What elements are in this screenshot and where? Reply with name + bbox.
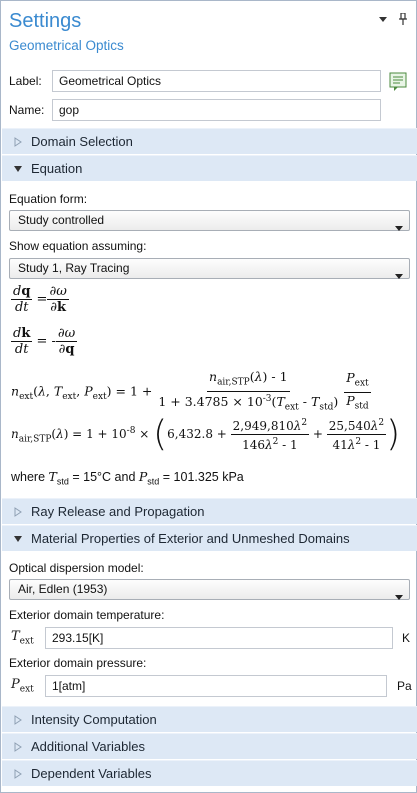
pin-dropdown-icon[interactable]	[378, 14, 388, 24]
name-field-label: Name:	[9, 103, 45, 117]
section-dependent-variables[interactable]: Dependent Variables	[2, 760, 417, 786]
temperature-label: Exterior domain temperature:	[9, 608, 165, 622]
section-material-properties[interactable]: Material Properties of Exterior and Unme…	[2, 525, 417, 551]
section-title: Additional Variables	[31, 739, 145, 754]
equation-n-ext: next(λ, Text, Pext) = 1 + nair,STP(λ) - …	[11, 369, 371, 413]
dispersion-model-label: Optical dispersion model:	[9, 561, 144, 575]
chevron-down-icon	[8, 165, 28, 173]
equation-dq-dt: dq dt = ∂ω ∂k	[11, 284, 69, 315]
pressure-symbol: Pext	[11, 677, 34, 695]
pressure-input[interactable]: 1[atm]	[45, 675, 387, 697]
equation-form-label: Equation form:	[9, 192, 88, 206]
pin-icon[interactable]	[398, 13, 408, 25]
pressure-label: Exterior domain pressure:	[9, 656, 147, 670]
section-title: Equation	[31, 161, 83, 176]
pressure-unit: Pa	[397, 679, 412, 693]
dropdown-caret-icon	[395, 218, 403, 237]
dropdown-caret-icon	[395, 266, 403, 285]
chevron-right-icon	[8, 506, 28, 517]
panel-header: Settings Geometrical Optics	[9, 7, 408, 63]
panel-title: Settings	[9, 10, 82, 32]
chevron-right-icon	[8, 136, 28, 147]
label-field-input[interactable]: Geometrical Optics	[52, 70, 381, 92]
dropdown-caret-icon	[395, 587, 403, 606]
chevron-right-icon	[8, 741, 28, 752]
equation-form-select[interactable]: Study controlled	[9, 210, 410, 231]
equation-form-value: Study controlled	[18, 213, 105, 227]
section-equation[interactable]: Equation	[2, 155, 417, 181]
section-title: Intensity Computation	[31, 712, 157, 727]
section-additional-variables[interactable]: Additional Variables	[2, 733, 417, 759]
section-ray-release[interactable]: Ray Release and Propagation	[2, 498, 417, 524]
temperature-unit: K	[402, 631, 411, 645]
settings-panel: Settings Geometrical Optics Label: Geome…	[0, 0, 417, 793]
section-title: Dependent Variables	[31, 766, 152, 781]
show-equation-select[interactable]: Study 1, Ray Tracing	[9, 258, 410, 279]
section-intensity-computation[interactable]: Intensity Computation	[2, 706, 417, 732]
section-title: Ray Release and Propagation	[31, 504, 205, 519]
equation-dk-dt: dk dt = - ∂ω ∂q	[11, 326, 78, 357]
show-equation-value: Study 1, Ray Tracing	[18, 261, 130, 275]
chevron-down-icon	[8, 535, 28, 543]
dispersion-model-value: Air, Edlen (1953)	[18, 582, 108, 596]
temperature-input[interactable]: 293.15[K]	[45, 627, 393, 649]
temperature-symbol: Text	[11, 629, 34, 647]
show-equation-label: Show equation assuming:	[9, 239, 147, 253]
dispersion-model-select[interactable]: Air, Edlen (1953)	[9, 579, 410, 600]
panel-subtitle: Geometrical Optics	[9, 38, 124, 53]
chevron-right-icon	[8, 714, 28, 725]
equation-where-line: where Tstd = 15°C and Pstd = 101.325 kPa	[11, 469, 244, 487]
label-edit-icon[interactable]	[388, 70, 410, 92]
equation-n-air-stp: nair,STP(λ) = 1 + 10-8 × (6,432.8 + 2,94…	[11, 413, 401, 455]
name-field-input[interactable]: gop	[52, 99, 381, 121]
section-domain-selection[interactable]: Domain Selection	[2, 128, 417, 154]
section-title: Domain Selection	[31, 134, 133, 149]
label-field-label: Label:	[9, 74, 42, 88]
section-title: Material Properties of Exterior and Unme…	[31, 531, 350, 546]
chevron-right-icon	[8, 768, 28, 779]
